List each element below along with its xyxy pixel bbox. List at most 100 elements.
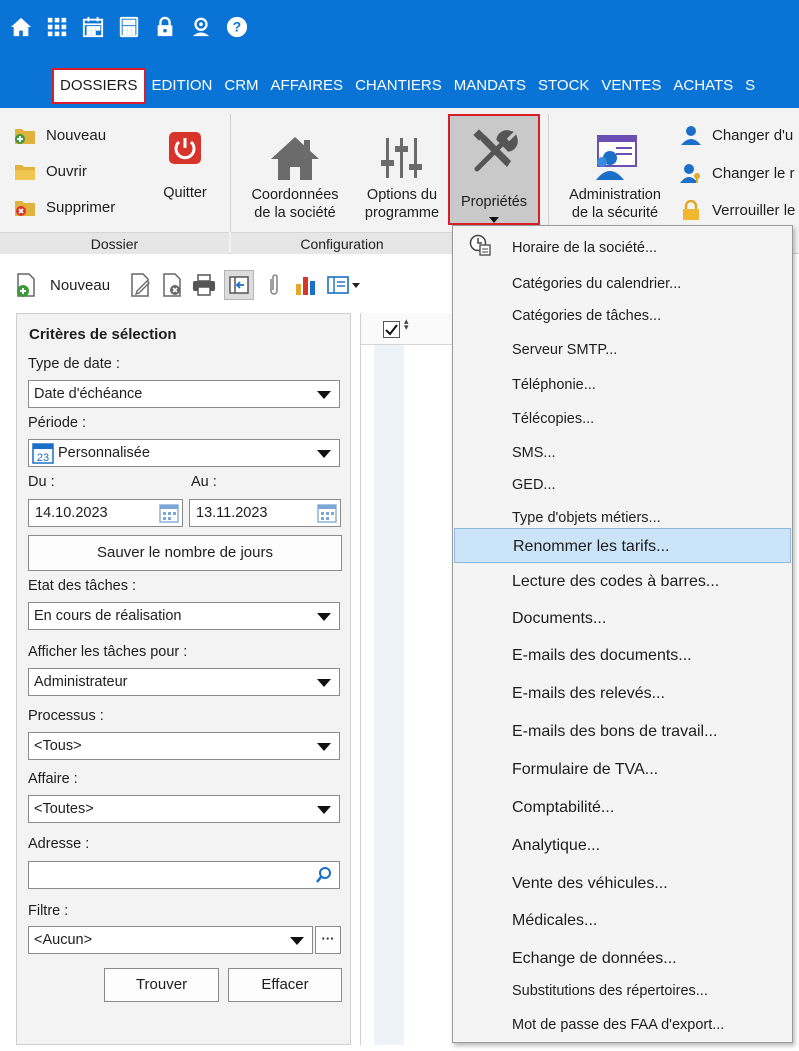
filtre-more-button[interactable]: ···	[315, 926, 341, 954]
menu-item-22[interactable]: Mot de passe des FAA d'export...	[453, 1010, 792, 1040]
sauver-nombre-jours-button[interactable]: Sauver le nombre de jours	[28, 535, 342, 571]
type-date-select[interactable]: Date d'échéance	[28, 380, 340, 408]
menu-item-9[interactable]: Renommer les tarifs...	[454, 528, 791, 563]
menu-crm[interactable]: CRM	[218, 68, 264, 104]
grid-header: ▴ ▾	[361, 313, 456, 345]
changer-utilisateur-button[interactable]: Changer d'u	[680, 125, 793, 145]
date-to-input[interactable]: 13.11.2023	[189, 499, 341, 527]
menu-item-17[interactable]: Analytique...	[453, 829, 792, 863]
dropdown-arrow-icon	[317, 743, 331, 751]
menu-dossiers[interactable]: DOSSIERS	[52, 68, 146, 104]
apps-icon[interactable]	[44, 14, 70, 40]
admin-line1: Administration	[569, 187, 661, 203]
effacer-button[interactable]: Effacer	[228, 968, 342, 1002]
nouveau-dossier-button[interactable]: Nouveau	[14, 125, 106, 145]
proprietes-button[interactable]: Propriétés	[448, 114, 540, 225]
menu-more[interactable]: S	[739, 68, 761, 104]
menu-item-12[interactable]: E-mails des documents...	[453, 639, 792, 673]
selection-criteria-panel: Critères de sélection Type de date : Dat…	[16, 313, 351, 1045]
menu-item-16[interactable]: Comptabilité...	[453, 791, 792, 825]
calendar-picker-icon[interactable]	[159, 503, 179, 523]
affaire-select[interactable]: <Toutes>	[28, 795, 340, 823]
search-icon[interactable]	[315, 866, 333, 884]
calculator-icon[interactable]	[116, 14, 142, 40]
bar-chart-icon[interactable]	[294, 273, 318, 297]
menu-item-18[interactable]: Vente des véhicules...	[453, 867, 792, 901]
quitter-button[interactable]: Quitter	[156, 126, 214, 202]
menu-chantiers[interactable]: CHANTIERS	[349, 68, 448, 104]
calendar-icon[interactable]	[80, 14, 106, 40]
menu-item-0[interactable]: Horaire de la société...	[453, 233, 792, 263]
toolbar-nouveau-label[interactable]: Nouveau	[50, 277, 110, 294]
options-programme-button[interactable]: Options du programme	[356, 130, 448, 222]
etat-taches-label: Etat des tâches :	[28, 578, 137, 594]
coordonnees-societe-button[interactable]: Coordonnées de la société	[240, 130, 350, 222]
menu-affaires[interactable]: AFFAIRES	[265, 68, 350, 104]
menu-item-1[interactable]: Catégories du calendrier...	[453, 270, 792, 298]
menu-mandats[interactable]: MANDATS	[448, 68, 532, 104]
view-list-icon[interactable]	[326, 273, 362, 297]
lock-icon[interactable]	[152, 14, 178, 40]
select-all-checkbox[interactable]	[383, 321, 400, 338]
tools-icon	[473, 128, 518, 171]
menu-item-7[interactable]: GED...	[453, 471, 792, 499]
verrouiller-label: Verrouiller le	[712, 201, 796, 219]
affaire-value: <Toutes>	[34, 801, 94, 817]
etat-taches-select[interactable]: En cours de réalisation	[28, 602, 340, 630]
menu-item-21[interactable]: Substitutions des répertoires...	[453, 977, 792, 1005]
calendar-icon: 23	[32, 443, 54, 464]
supprimer-dossier-button[interactable]: Supprimer	[14, 197, 115, 217]
svg-text:?: ?	[233, 20, 241, 35]
menu-edition[interactable]: EDITION	[146, 68, 219, 104]
menu-achats[interactable]: ACHATS	[667, 68, 739, 104]
changer-mot-de-passe-button[interactable]: Changer le r	[680, 163, 795, 183]
trouver-button[interactable]: Trouver	[104, 968, 219, 1002]
adresse-input[interactable]	[28, 861, 340, 889]
afficher-taches-select[interactable]: Administrateur	[28, 668, 340, 696]
menu-item-6[interactable]: SMS...	[453, 439, 792, 467]
date-from-input[interactable]: 14.10.2023	[28, 499, 183, 527]
delete-document-icon[interactable]	[160, 273, 184, 297]
ouvrir-label: Ouvrir	[46, 162, 87, 180]
group-configuration-label: Configuration	[231, 232, 453, 254]
sliders-icon	[381, 138, 422, 178]
dropdown-arrow-icon	[290, 937, 304, 945]
menu-item-5[interactable]: Télécopies...	[453, 404, 792, 434]
menu-item-4[interactable]: Téléphonie...	[453, 370, 792, 400]
options-line1: Options du	[366, 187, 438, 203]
user-icon[interactable]	[188, 14, 214, 40]
help-icon[interactable]: ?	[224, 14, 250, 40]
administration-securite-button[interactable]: Administration de la sécurité	[558, 130, 672, 222]
panel-toggle-icon[interactable]	[224, 270, 255, 300]
verrouiller-button[interactable]: Verrouiller le	[680, 200, 795, 220]
menu-item-3[interactable]: Serveur SMTP...	[453, 335, 792, 365]
admin-users-icon	[596, 135, 637, 180]
calendar-picker-icon[interactable]	[317, 503, 337, 523]
menu-item-10[interactable]: Lecture des codes à barres...	[453, 565, 792, 599]
sort-icon[interactable]: ▴ ▾	[404, 317, 409, 332]
new-folder-icon	[15, 129, 35, 144]
chevron-down-icon	[489, 217, 499, 223]
filtre-select[interactable]: <Aucun>	[28, 926, 313, 954]
new-document-icon[interactable]	[14, 273, 38, 297]
home-icon[interactable]	[8, 14, 34, 40]
ouvrir-dossier-button[interactable]: Ouvrir	[14, 161, 87, 181]
menu-item-15[interactable]: Formulaire de TVA...	[453, 753, 792, 787]
menu-item-19[interactable]: Médicales...	[453, 904, 792, 938]
edit-document-icon[interactable]	[128, 273, 152, 297]
menu-item-2[interactable]: Catégories de tâches...	[453, 302, 792, 330]
afficher-taches-label: Afficher les tâches pour :	[28, 644, 188, 660]
dropdown-arrow-icon	[317, 679, 331, 687]
menu-stock[interactable]: STOCK	[532, 68, 595, 104]
menu-item-14[interactable]: E-mails des bons de travail...	[453, 715, 792, 749]
menu-item-13[interactable]: E-mails des relevés...	[453, 677, 792, 711]
menu-item-11[interactable]: Documents...	[453, 602, 792, 636]
attachment-icon[interactable]	[262, 273, 286, 297]
type-date-value: Date d'échéance	[34, 386, 143, 402]
printer-icon[interactable]	[192, 273, 216, 297]
periode-select[interactable]: 23 Personnalisée	[28, 439, 340, 467]
menu-item-20[interactable]: Echange de données...	[453, 942, 792, 976]
menu-ventes[interactable]: VENTES	[595, 68, 667, 104]
nouveau-label: Nouveau	[46, 126, 107, 144]
processus-select[interactable]: <Tous>	[28, 732, 340, 760]
